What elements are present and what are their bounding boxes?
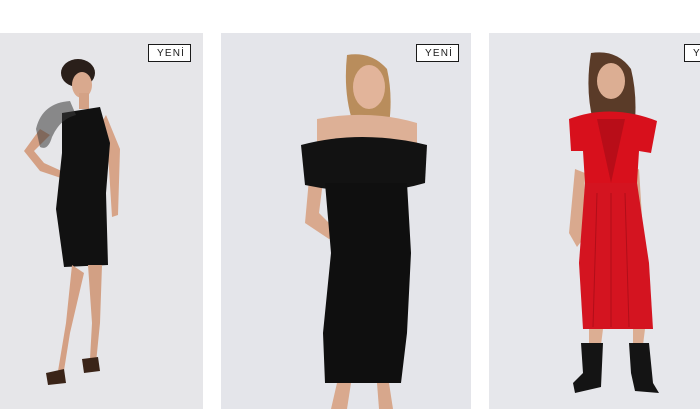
product-grid: YENİ YENİ Y: [0, 33, 700, 409]
product-photo-2[interactable]: [221, 33, 471, 409]
product-photo-3[interactable]: [489, 33, 700, 409]
product-card-2[interactable]: YENİ: [221, 33, 471, 409]
new-badge: YENİ: [684, 44, 700, 62]
product-photo-1[interactable]: [0, 33, 203, 409]
new-badge: YENİ: [148, 44, 191, 62]
new-badge: YENİ: [416, 44, 459, 62]
product-card-3[interactable]: YENİ: [489, 33, 700, 409]
product-card-1[interactable]: YENİ: [0, 33, 203, 409]
